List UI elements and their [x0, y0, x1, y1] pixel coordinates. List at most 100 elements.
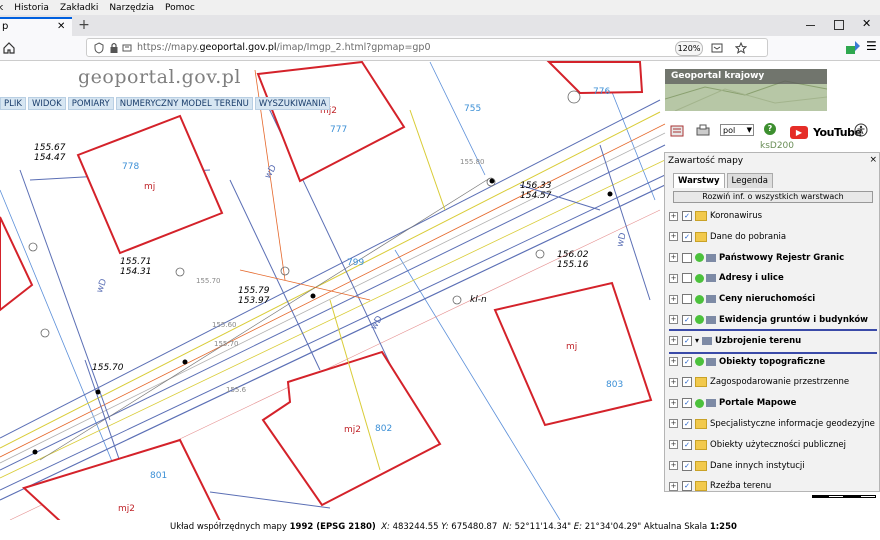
layer-checkbox[interactable]: ✓	[682, 335, 692, 346]
height-label: 156.02	[557, 250, 589, 260]
map-canvas[interactable]: 778 777 755 776 799 802 801 803 mj mj2 m…	[0, 61, 880, 521]
expand-icon[interactable]: +	[669, 294, 678, 304]
maximize-icon[interactable]	[834, 20, 844, 30]
layer-list: + ✓ Koronawirus + ✓ Dane do pobrania + Państwow…	[669, 206, 877, 491]
layer-checkbox[interactable]	[682, 273, 692, 284]
expand-icon[interactable]: +	[669, 461, 678, 471]
close-icon[interactable]: ✕	[57, 19, 65, 35]
layer-row[interactable]: + Ceny nieruchomości	[669, 289, 877, 310]
expand-icon[interactable]: +	[669, 211, 678, 221]
folder-icon	[695, 460, 707, 471]
menu-hamburger-icon[interactable]: ☰	[866, 39, 877, 53]
layer-checkbox[interactable]	[682, 252, 692, 263]
menu-bookmarks[interactable]: Zakładki	[54, 0, 103, 14]
language-select[interactable]: pol ▼	[720, 124, 754, 136]
language-value: pol	[723, 126, 736, 135]
layer-name: Uzbrojenie terenu	[715, 335, 802, 346]
url-text: https://mapy.geoportal.gov.pl/imap/Imgp_…	[137, 42, 431, 53]
url-bar[interactable]: https://mapy.geoportal.gov.pl/imap/Imgp_…	[86, 38, 768, 57]
height-label: 155.67	[34, 143, 66, 153]
zoom-level[interactable]: 120%	[675, 41, 703, 56]
layer-row[interactable]: + ✓ Zagospodarowanie przestrzenne	[669, 372, 877, 393]
reader-view-icon[interactable]	[711, 42, 723, 54]
geoportal-krajowy-thumbnail[interactable]: Geoportal krajowy	[665, 69, 827, 111]
layer-row[interactable]: + Państwowy Rejestr Granic	[669, 248, 877, 269]
print-icon[interactable]	[696, 124, 710, 138]
layer-row[interactable]: + ✓ ▾ Uzbrojenie terenu	[669, 328, 877, 354]
bookmark-star-icon[interactable]	[735, 42, 747, 54]
layer-row[interactable]: + Adresy i ulice	[669, 268, 877, 289]
expand-icon[interactable]: +	[669, 273, 678, 283]
toolbar-view[interactable]: WIDOK	[27, 97, 66, 110]
menu-tools[interactable]: Narzędzia	[103, 0, 159, 14]
folder-icon	[695, 418, 707, 429]
layer-row[interactable]: + ✓ Obiekty użyteczności publicznej	[669, 435, 877, 456]
menu-help[interactable]: Pomoc	[159, 0, 200, 14]
layer-checkbox[interactable]: ✓	[682, 460, 692, 471]
main-toolbar: PLIK WIDOK POMIARY NUMERYCZNY MODEL TERENU W…	[0, 97, 332, 110]
window-close-icon[interactable]: ✕	[862, 17, 871, 30]
expand-icon[interactable]: +	[669, 357, 678, 367]
crs-label: Układ współrzędnych mapy	[170, 522, 287, 532]
layer-checkbox[interactable]: ✓	[682, 418, 692, 429]
layer-checkbox[interactable]: ✓	[682, 439, 692, 450]
menu-history[interactable]: Historia	[8, 0, 54, 14]
layer-row[interactable]: + ✓ Rzeźba terenu	[669, 476, 877, 491]
extension-icon[interactable]	[845, 40, 861, 56]
geoportal-logo[interactable]: geoportal.gov.pl	[78, 66, 241, 88]
layer-checkbox[interactable]: ✓	[682, 231, 692, 242]
collapse-arrow-icon[interactable]: ▾	[695, 336, 699, 345]
minimize-icon[interactable]	[806, 25, 815, 26]
expand-icon[interactable]: +	[669, 253, 678, 263]
scale-label: Aktualna Skala	[643, 522, 708, 532]
toolbar-search[interactable]: WYSZUKIWANIA	[254, 97, 331, 110]
toolbar-measure[interactable]: POMIARY	[67, 97, 114, 110]
expand-icon[interactable]: +	[669, 336, 678, 346]
layer-row[interactable]: + ✓ Portale Mapowe	[669, 393, 877, 414]
layer-checkbox[interactable]: ✓	[682, 314, 692, 325]
wms-layer-icon	[706, 253, 716, 262]
layer-row[interactable]: + ✓ Ewidencja gruntów i budynków	[669, 310, 877, 331]
wms-layer-icon	[706, 399, 716, 408]
layer-row[interactable]: + ✓ Koronawirus	[669, 206, 877, 227]
layer-row[interactable]: + ✓ Dane do pobrania	[669, 227, 877, 248]
tab-layers[interactable]: Warstwy	[673, 173, 725, 188]
parcel-number: 802	[375, 424, 393, 434]
toolbar-file[interactable]: PLIK	[0, 97, 26, 110]
x-label: X:	[381, 522, 390, 532]
panel-close-icon[interactable]: ×	[869, 155, 877, 165]
layer-checkbox[interactable]	[682, 294, 692, 305]
expand-icon[interactable]: +	[669, 440, 678, 450]
layer-checkbox[interactable]: ✓	[682, 356, 692, 367]
accessibility-icon[interactable]	[854, 123, 868, 137]
tab-active[interactable]: p ✕	[0, 17, 72, 36]
layer-checkbox[interactable]: ✓	[682, 377, 692, 388]
layer-name: Koronawirus	[710, 211, 763, 221]
expand-icon[interactable]: +	[669, 232, 678, 242]
new-tab-button[interactable]: +	[76, 17, 92, 33]
tab-legend[interactable]: Legenda	[726, 173, 773, 188]
layer-name: Obiekty topograficzne	[719, 356, 826, 367]
layer-row[interactable]: + ✓ Specjalistyczne informacje geodezyjne	[669, 414, 877, 435]
layer-row[interactable]: + ✓ Obiekty topograficzne	[669, 352, 877, 373]
expand-all-layers-button[interactable]: Rozwiń inf. o wszystkich warstwach	[673, 191, 873, 203]
height-label: 154.57	[520, 191, 552, 201]
toolbar-dtm[interactable]: NUMERYCZNY MODEL TERENU	[115, 97, 253, 110]
parcel-number: 777	[330, 125, 348, 135]
youtube-logo[interactable]: ▶ YouTube	[790, 122, 862, 139]
expand-icon[interactable]: +	[669, 315, 678, 325]
menu-file[interactable]: k	[0, 0, 8, 14]
layer-checkbox[interactable]: ✓	[682, 211, 692, 221]
layer-checkbox[interactable]: ✓	[682, 398, 692, 409]
layer-row[interactable]: + ✓ Dane innych instytucji	[669, 456, 877, 477]
expand-icon[interactable]: +	[669, 377, 678, 387]
layer-name: Obiekty użyteczności publicznej	[710, 439, 847, 450]
layer-checkbox[interactable]: ✓	[682, 481, 692, 491]
layers-tool-icon[interactable]	[670, 124, 684, 138]
expand-icon[interactable]: +	[669, 398, 678, 408]
expand-icon[interactable]: +	[669, 481, 678, 491]
help-icon[interactable]: ?	[764, 123, 776, 135]
home-icon[interactable]	[2, 41, 16, 55]
x-value: 483244.55	[392, 522, 439, 532]
expand-icon[interactable]: +	[669, 419, 678, 429]
